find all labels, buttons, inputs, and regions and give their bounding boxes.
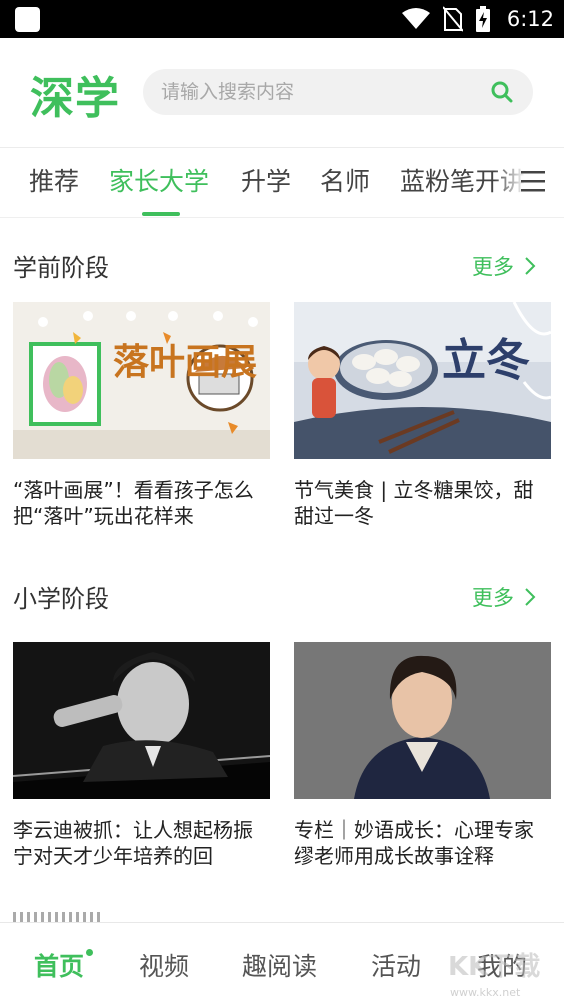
header: 深学 xyxy=(0,38,564,148)
article-thumbnail xyxy=(13,642,270,799)
nav-home[interactable]: 首页 xyxy=(34,947,84,983)
watermark-logo: KK下载 www.kkx.net xyxy=(444,940,564,1002)
more-label: 更多 xyxy=(472,255,514,279)
app-notification-icon xyxy=(15,7,40,32)
status-bar: 6:12 xyxy=(0,0,564,38)
article-card[interactable]: 落叶画展 “落叶画展”！看看孩子怎么把“落叶”玩出花样来 xyxy=(13,302,270,529)
article-card[interactable]: 立冬 节气美食 | 立冬糖果饺，甜甜过一冬 xyxy=(294,302,551,529)
image-caption: 立冬 xyxy=(442,335,530,386)
chevron-right-icon xyxy=(525,257,536,275)
article-title[interactable]: “落叶画展”！看看孩子怎么把“落叶”玩出花样来 xyxy=(13,477,270,529)
image-caption: 落叶画展 xyxy=(113,341,258,383)
battery-charging-icon xyxy=(475,6,490,32)
menu-icon[interactable] xyxy=(520,168,546,194)
notification-dot xyxy=(86,949,93,956)
article-thumbnail xyxy=(294,642,551,799)
portrait-photo xyxy=(294,642,551,799)
nav-video[interactable]: 视频 xyxy=(139,947,189,983)
search-input[interactable] xyxy=(161,69,481,115)
no-sim-icon xyxy=(442,6,463,32)
article-card[interactable]: 李云迪被抓：让人想起杨振宁对天才少年培养的回 xyxy=(13,642,270,869)
search-bar[interactable] xyxy=(143,69,533,115)
tab-famous-teachers[interactable]: 名师 xyxy=(320,162,370,198)
article-title[interactable]: 节气美食 | 立冬糖果饺，甜甜过一冬 xyxy=(294,477,551,529)
pianist-photo xyxy=(13,642,270,799)
section-title-primary: 小学阶段 xyxy=(13,585,109,613)
article-thumbnail: 立冬 xyxy=(294,302,551,459)
active-tab-indicator xyxy=(142,212,180,216)
more-link-primary[interactable]: 更多 xyxy=(472,582,536,612)
nav-fun-reading[interactable]: 趣阅读 xyxy=(242,947,317,983)
wifi-icon xyxy=(401,8,430,29)
category-tabs: 推荐 家长大学 升学 名师 蓝粉笔开讲 xyxy=(0,148,564,218)
tab-further-study[interactable]: 升学 xyxy=(241,162,291,198)
article-title[interactable]: 专栏｜妙语成长：心理专家缪老师用成长故事诠释 xyxy=(294,817,551,869)
tab-parent-university[interactable]: 家长大学 xyxy=(109,162,209,198)
tab-recommend[interactable]: 推荐 xyxy=(29,162,79,198)
status-icons: 6:12 xyxy=(401,0,554,38)
search-icon[interactable] xyxy=(491,81,513,103)
status-time: 6:12 xyxy=(506,7,554,31)
chevron-right-icon xyxy=(525,588,536,606)
more-link-preschool[interactable]: 更多 xyxy=(472,251,536,281)
article-title[interactable]: 李云迪被抓：让人想起杨振宁对天才少年培养的回 xyxy=(13,817,270,869)
watermark-text: KK下载 xyxy=(448,952,541,982)
more-label: 更多 xyxy=(472,586,514,610)
article-thumbnail: 落叶画展 xyxy=(13,302,270,459)
next-section-peek xyxy=(13,910,113,922)
section-title-preschool: 学前阶段 xyxy=(13,254,109,282)
watermark-url: www.kkx.net xyxy=(450,986,521,999)
nav-activities[interactable]: 活动 xyxy=(371,947,421,983)
article-card[interactable]: 专栏｜妙语成长：心理专家缪老师用成长故事诠释 xyxy=(294,642,551,869)
app-logo[interactable]: 深学 xyxy=(30,62,120,126)
